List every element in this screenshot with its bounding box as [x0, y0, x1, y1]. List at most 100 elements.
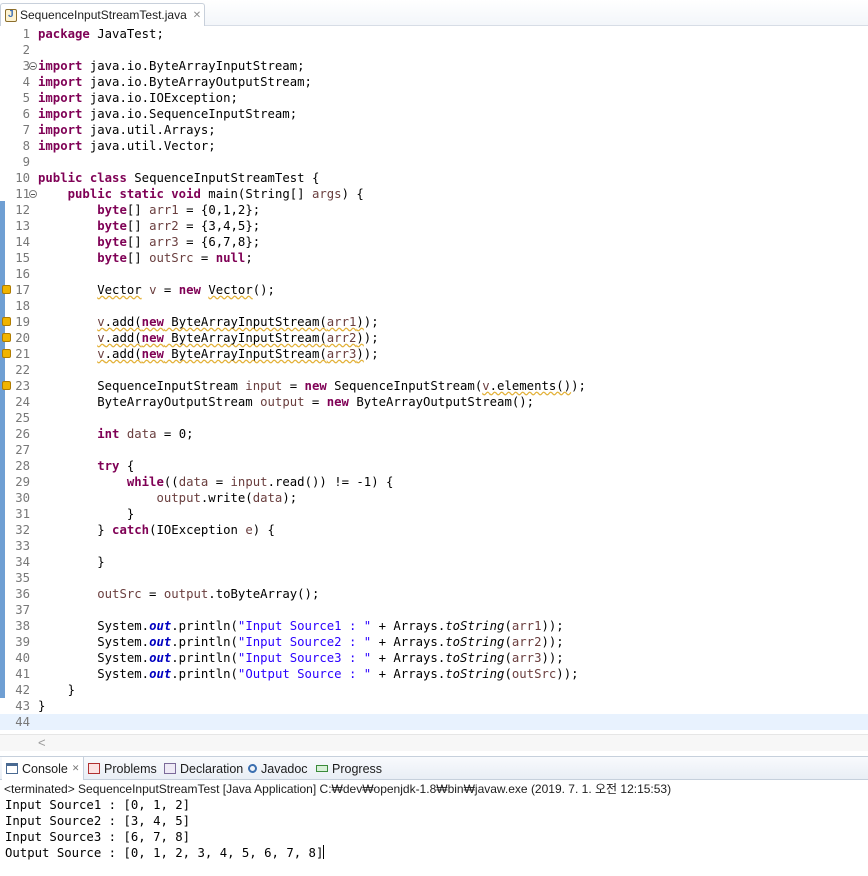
tab-javadoc[interactable]: Javadoc	[246, 757, 308, 780]
code-line[interactable]: 34 }	[0, 554, 868, 570]
code-token: .read()) != -1) {	[267, 475, 394, 489]
line-number: 1	[22, 27, 30, 41]
code-line[interactable]: 7 import java.util.Arrays;	[0, 122, 868, 138]
code-line[interactable]: 22	[0, 362, 868, 378]
line-number: 18	[15, 299, 30, 313]
code-line[interactable]: 36 outSrc = output.toByteArray();	[0, 586, 868, 602]
code-token: =	[208, 475, 231, 489]
code-token: package	[38, 27, 90, 41]
code-token: "Input Source3 : "	[237, 651, 372, 665]
code-line[interactable]: 26 int data = 0;	[0, 426, 868, 442]
code-line[interactable]: 18	[0, 298, 868, 314]
code-token: new	[304, 379, 327, 393]
code-line[interactable]: 8 import java.util.Vector;	[0, 138, 868, 154]
code-token: catch	[112, 523, 150, 537]
code-text: byte[] arr1 = {0,1,2};	[38, 202, 260, 218]
code-token: input	[230, 475, 268, 489]
code-token: output	[260, 395, 305, 409]
code-line[interactable]: 14 byte[] arr3 = {6,7,8};	[0, 234, 868, 250]
code-token: data	[126, 427, 157, 441]
code-line[interactable]: 15 byte[] outSrc = null;	[0, 250, 868, 266]
code-line[interactable]: 6 import java.io.SequenceInputStream;	[0, 106, 868, 122]
line-number: 22	[15, 363, 30, 377]
code-token: import	[38, 91, 83, 105]
code-line[interactable]: 1 package JavaTest;	[0, 26, 868, 42]
code-line[interactable]: 9	[0, 154, 868, 170]
console-icon	[6, 763, 18, 774]
code-line[interactable]: 16	[0, 266, 868, 282]
code-line[interactable]: 33	[0, 538, 868, 554]
fold-collapse-icon[interactable]	[29, 190, 37, 198]
code-line[interactable]: 11 public static void main(String[] args…	[0, 186, 868, 202]
tab-console[interactable]: Console ✕	[2, 757, 85, 780]
close-icon[interactable]: ✕	[193, 10, 201, 21]
close-icon[interactable]: ✕	[72, 763, 80, 774]
code-line[interactable]: 10 public class SequenceInputStreamTest {	[0, 170, 868, 186]
code-line[interactable]: 24 ByteArrayOutputStream output = new By…	[0, 394, 868, 410]
code-line[interactable]: 25	[0, 410, 868, 426]
code-line[interactable]: 5 import java.io.IOException;	[0, 90, 868, 106]
code-line[interactable]: 29 while((data = input.read()) != -1) {	[0, 474, 868, 490]
code-token: while	[126, 475, 164, 489]
code-line[interactable]: 28 try {	[0, 458, 868, 474]
code-token: .println(	[171, 651, 238, 665]
code-token: ;	[245, 251, 253, 265]
code-editor[interactable]: 1 package JavaTest; 2 3 import java.io.ByteA…	[0, 26, 868, 734]
code-token: toString	[445, 667, 505, 681]
code-text: try {	[38, 458, 134, 474]
code-line[interactable]: 4 import java.io.ByteArrayOutputStream;	[0, 74, 868, 90]
tab-declaration[interactable]: Declaration	[160, 757, 243, 780]
code-line[interactable]: 30 output.write(data);	[0, 490, 868, 506]
code-line[interactable]: 21 v.add(new ByteArrayInputStream(arr3))…	[0, 346, 868, 362]
code-token: v	[482, 379, 490, 393]
code-line[interactable]: 38 System.out.println("Input Source1 : "…	[0, 618, 868, 634]
code-line[interactable]: 23 SequenceInputStream input = new Seque…	[0, 378, 868, 394]
code-token: );	[363, 331, 379, 345]
code-line[interactable]: 41 System.out.println("Output Source : "…	[0, 666, 868, 682]
fold-collapse-icon[interactable]	[29, 62, 37, 70]
code-token: out	[149, 651, 172, 665]
horizontal-scrollbar[interactable]: <	[0, 734, 868, 751]
code-line[interactable]: 40 System.out.println("Input Source3 : "…	[0, 650, 868, 666]
code-token: main(String[]	[200, 187, 312, 201]
code-line[interactable]: 20 v.add(new ByteArrayInputStream(arr2))…	[0, 330, 868, 346]
code-token: ));	[541, 635, 564, 649]
scroll-left-arrow-icon[interactable]: <	[38, 735, 46, 751]
code-line[interactable]: 43}	[0, 698, 868, 714]
code-text: System.out.println("Output Source : " + …	[38, 666, 578, 682]
code-line[interactable]: 35	[0, 570, 868, 586]
tab-progress[interactable]: Progress	[312, 757, 382, 780]
code-line[interactable]: 27	[0, 442, 868, 458]
code-line[interactable]: 19 v.add(new ByteArrayInputStream(arr1))…	[0, 314, 868, 330]
code-token: .println(	[171, 667, 238, 681]
code-line[interactable]: 13 byte[] arr2 = {3,4,5};	[0, 218, 868, 234]
code-line[interactable]: 2	[0, 42, 868, 58]
code-token: out	[149, 667, 172, 681]
code-line[interactable]: 39 System.out.println("Input Source2 : "…	[0, 634, 868, 650]
code-line[interactable]: 12 byte[] arr1 = {0,1,2};	[0, 202, 868, 218]
console-output[interactable]: Input Source1 : [0, 1, 2] Input Source2 …	[5, 797, 865, 861]
code-line[interactable]: 32 } catch(IOException e) {	[0, 522, 868, 538]
code-line[interactable]: 44	[0, 714, 868, 730]
code-line[interactable]: 17 Vector v = new Vector();	[0, 282, 868, 298]
code-token: =	[193, 251, 216, 265]
code-line[interactable]: 42 }	[0, 682, 868, 698]
code-token: out	[149, 619, 172, 633]
code-line[interactable]: 31 }	[0, 506, 868, 522]
tab-console-label: Console	[22, 761, 68, 776]
line-number: 10	[15, 171, 30, 185]
code-line[interactable]: 37	[0, 602, 868, 618]
code-text: }	[38, 554, 104, 570]
code-text: public static void main(String[] args) {	[38, 186, 364, 202]
code-token: = {0,1,2};	[178, 203, 261, 217]
code-token: arr2	[149, 219, 179, 233]
code-token: }	[38, 683, 76, 697]
code-text: v.add(new ByteArrayInputStream(arr2));	[38, 330, 379, 346]
code-line[interactable]: 3 import java.io.ByteArrayInputStream;	[0, 58, 868, 74]
tab-problems[interactable]: Problems	[84, 757, 157, 780]
code-text: Vector v = new Vector();	[38, 282, 275, 298]
editor-tab-sequenceinputstreamtest[interactable]: SequenceInputStreamTest.java ✕	[0, 3, 205, 26]
